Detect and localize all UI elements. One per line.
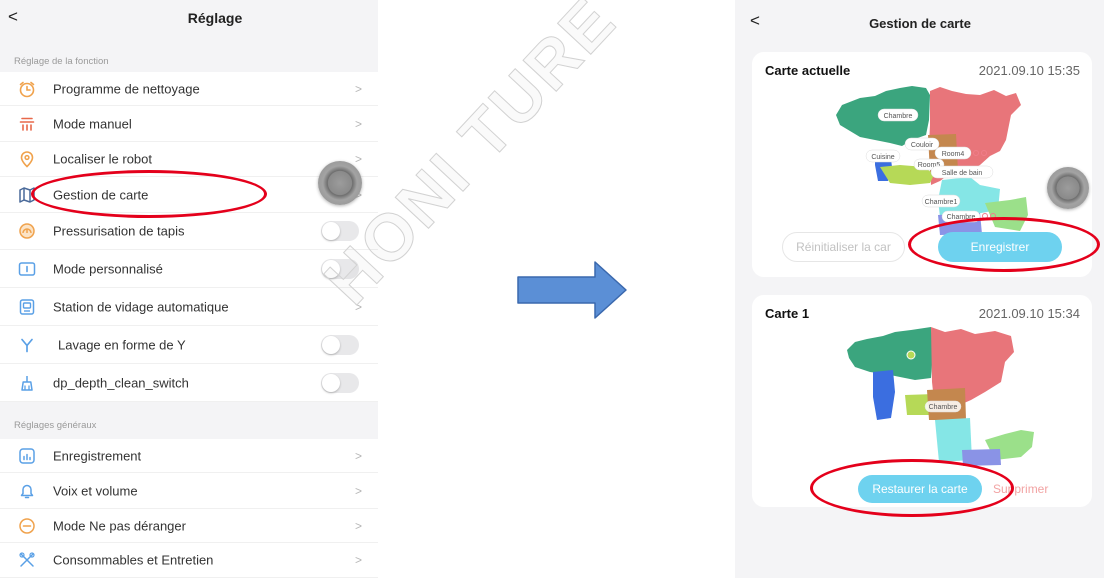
chevron-right-icon: > xyxy=(355,553,363,567)
back-button[interactable]: < xyxy=(8,7,18,27)
room-label-text: Chambre1 xyxy=(925,199,958,206)
settings-row-custom-mode[interactable]: Mode personnalisé xyxy=(0,250,378,288)
settings-row-y-pattern-mopping[interactable]: Lavage en forme de Y xyxy=(0,326,378,364)
chevron-right-icon: > xyxy=(355,518,363,533)
settings-row-manual-mode[interactable]: Mode manuel > xyxy=(0,106,378,142)
toggle-knob xyxy=(322,222,340,240)
arrow-right-icon xyxy=(517,261,627,319)
room-label[interactable]: Chambre1 xyxy=(921,194,961,208)
map-thumbnail[interactable]: Chambre xyxy=(835,322,1035,472)
map-card-timestamp: 2021.09.10 15:34 xyxy=(978,306,1080,321)
chevron-right-icon: > xyxy=(355,152,363,166)
room-label[interactable]: Cuisine xyxy=(865,149,901,163)
room-label-text: Chambre xyxy=(947,214,976,221)
row-label: Mode Ne pas déranger xyxy=(53,518,186,533)
section-header: Réglage de la fonction xyxy=(14,56,109,67)
row-label: Localiser le robot xyxy=(53,151,152,167)
settings-row-history-record[interactable]: Enregistrement > xyxy=(0,439,378,473)
manual-page: < Réglage Réglage de la fonction Program… xyxy=(0,0,1104,578)
save-map-button[interactable]: Enregistrer xyxy=(938,232,1062,262)
room-label[interactable]: Salle de bain xyxy=(930,165,994,179)
map-card-saved: Carte 1 2021.09.10 15:34 Chambre Restaur… xyxy=(752,295,1092,507)
map-card-title: Carte actuelle xyxy=(765,63,851,78)
settings-row-cleaning-schedule[interactable]: Programme de nettoyage > xyxy=(0,72,378,106)
y-pattern-toggle[interactable] xyxy=(321,334,359,355)
settings-row-carpet-boost[interactable]: Pressurisation de tapis xyxy=(0,213,378,250)
history-record-icon xyxy=(19,447,35,464)
room-label[interactable]: Chambre xyxy=(941,210,996,223)
row-label: Station de vidage automatique xyxy=(53,299,229,314)
location-pin-icon xyxy=(20,151,34,168)
carpet-boost-icon xyxy=(19,223,35,239)
room-setting-icon xyxy=(982,213,988,219)
delete-map-button[interactable]: Supprimer xyxy=(993,482,1048,496)
do-not-disturb-icon xyxy=(19,517,35,534)
dock-station-icon xyxy=(19,298,35,315)
settings-row-voice-volume[interactable]: Voix et volume > xyxy=(0,473,378,509)
row-label: dp_depth_clean_switch xyxy=(53,375,189,390)
settings-row-do-not-disturb[interactable]: Mode Ne pas déranger > xyxy=(0,509,378,543)
floating-assistive-button[interactable] xyxy=(318,161,362,205)
row-label: Gestion de carte xyxy=(53,187,149,202)
toggle-knob xyxy=(322,259,340,278)
row-label: Pressurisation de tapis xyxy=(53,223,185,239)
clock-icon xyxy=(19,81,35,97)
carpet-boost-toggle[interactable] xyxy=(321,221,359,241)
y-pattern-icon xyxy=(21,338,33,352)
chevron-right-icon: > xyxy=(355,116,363,131)
row-label: Mode personnalisé xyxy=(53,261,163,276)
room-label-text: Salle de bain xyxy=(942,170,983,177)
chevron-right-icon: > xyxy=(355,299,363,314)
map-card-title: Carte 1 xyxy=(765,306,810,321)
map-card-timestamp: 2021.09.10 15:35 xyxy=(978,63,1080,78)
settings-row-auto-empty-station[interactable]: Station de vidage automatique > xyxy=(0,288,378,326)
map-management-screen: < Gestion de carte Carte actuelle 2021.0… xyxy=(735,0,1104,578)
row-label: Programme de nettoyage xyxy=(53,81,200,96)
section-header: Réglages généraux xyxy=(14,420,97,431)
toggle-knob xyxy=(322,373,340,392)
map-icon xyxy=(19,186,35,203)
deep-clean-icon xyxy=(21,375,33,391)
map-thumbnail[interactable]: Chambre Couloir Room4 Cuisine Room5 Sall… xyxy=(830,85,1030,237)
row-label: Mode manuel xyxy=(53,116,132,131)
row-label: Lavage en forme de Y xyxy=(58,337,186,352)
room-label[interactable]: Chambre xyxy=(877,108,919,122)
map-card-current: Carte actuelle 2021.09.10 15:35 Chambre … xyxy=(752,52,1092,277)
row-label: Consommables et Entretien xyxy=(53,552,214,568)
row-label: Voix et volume xyxy=(53,483,138,498)
map-region xyxy=(962,449,1001,466)
room-label-text: Couloir xyxy=(911,142,934,149)
settings-row-consumables[interactable]: Consommables et Entretien > xyxy=(0,543,378,578)
consumables-icon xyxy=(19,552,35,567)
custom-mode-toggle[interactable] xyxy=(321,258,359,279)
back-button[interactable]: < xyxy=(750,11,760,31)
room-label-text: Chambre xyxy=(884,113,913,120)
row-label: Enregistrement xyxy=(53,448,142,463)
settings-row-depth-clean[interactable]: dp_depth_clean_switch xyxy=(0,364,378,402)
custom-mode-icon xyxy=(18,261,36,276)
manual-mode-icon xyxy=(19,117,35,131)
chevron-right-icon: > xyxy=(355,483,363,498)
toggle-knob xyxy=(322,335,340,354)
room-label[interactable]: Couloir xyxy=(904,137,940,151)
room-label-text: Room4 xyxy=(942,151,965,158)
page-title: Réglage xyxy=(187,10,243,26)
map-region xyxy=(873,370,895,420)
depth-clean-toggle[interactable] xyxy=(321,372,359,393)
room-label-text: Chambre xyxy=(929,404,958,411)
floating-assistive-button[interactable] xyxy=(1047,167,1089,209)
charging-dock-icon xyxy=(906,350,916,360)
chevron-right-icon: > xyxy=(355,81,363,96)
bell-icon xyxy=(20,484,34,498)
settings-screen: < Réglage Réglage de la fonction Program… xyxy=(0,0,378,578)
restore-map-button[interactable]: Restaurer la carte xyxy=(858,475,982,503)
room-label-text: Cuisine xyxy=(871,154,894,161)
reset-map-button[interactable]: Réinitialiser la car xyxy=(782,232,905,262)
room-label[interactable]: Chambre xyxy=(924,400,962,413)
page-title: Gestion de carte xyxy=(869,16,971,31)
chevron-right-icon: > xyxy=(355,448,363,463)
